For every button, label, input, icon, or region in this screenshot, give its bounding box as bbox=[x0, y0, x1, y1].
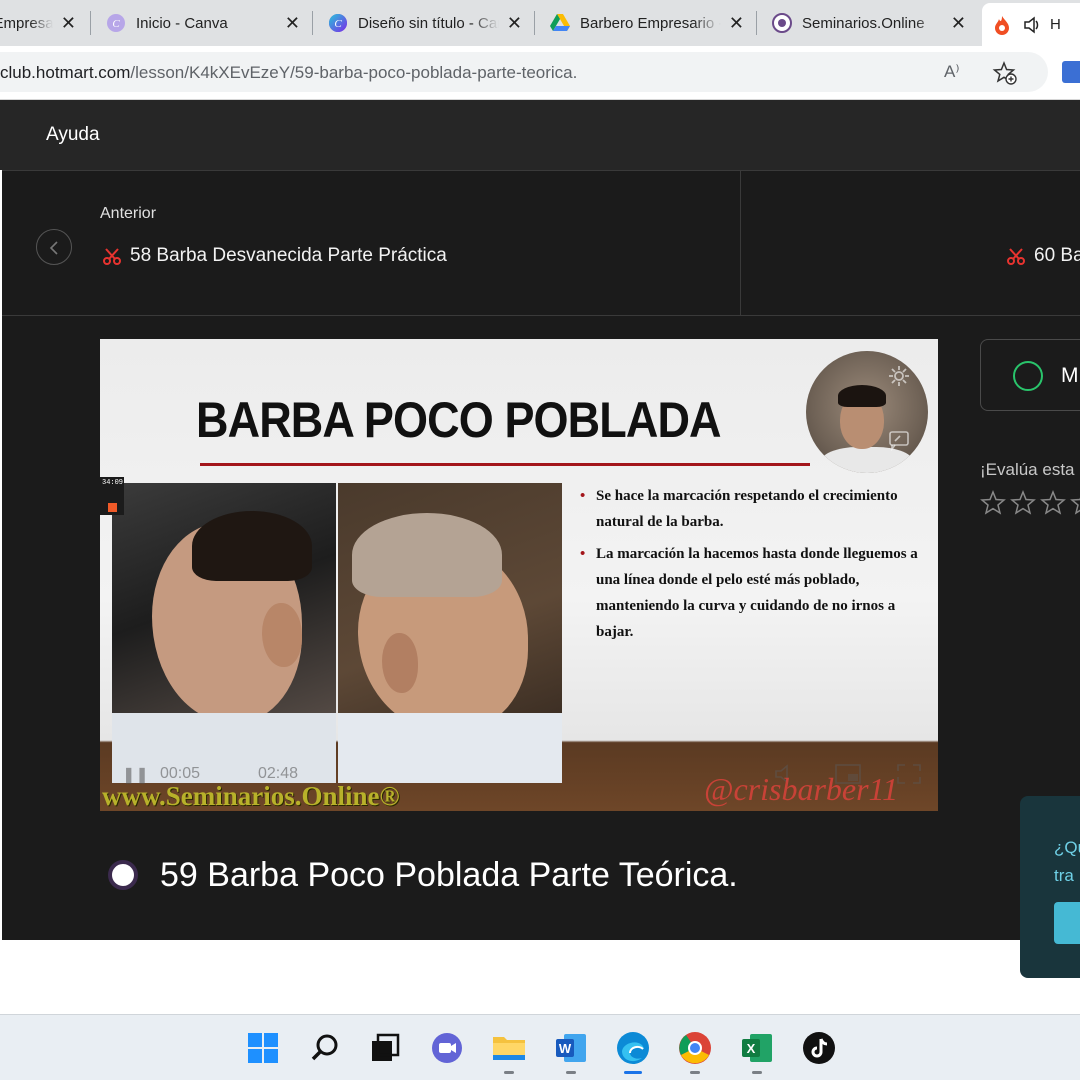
tab-hotmart-active[interactable]: H bbox=[982, 3, 1080, 46]
slide-divider bbox=[200, 463, 810, 466]
chrome-icon[interactable] bbox=[678, 1031, 712, 1065]
url-host: club.hotmart.com bbox=[0, 63, 131, 82]
svg-text:X: X bbox=[747, 1041, 756, 1056]
browser-tab-strip: Barbero Empresario ✕ C Inicio - Canva ✕ … bbox=[0, 0, 1080, 46]
mark-complete-button[interactable]: M bbox=[980, 339, 1080, 411]
taskbar-indicator bbox=[690, 1071, 700, 1074]
address-bar[interactable]: club.hotmart.com/lesson/K4kXEvEzeY/59-ba… bbox=[0, 52, 1048, 92]
tab-seminarios-online[interactable]: Seminarios.Online ✕ bbox=[762, 3, 976, 43]
next-lesson-title: 60 Ba bbox=[1034, 245, 1080, 266]
nav-divider bbox=[740, 171, 741, 317]
tab-title: Inicio - Canva bbox=[136, 14, 228, 32]
previous-label: Anterior bbox=[100, 205, 157, 222]
recording-time: 34:09 bbox=[102, 479, 124, 487]
help-card-line: tra bbox=[1054, 866, 1074, 885]
close-tab-icon[interactable]: ✕ bbox=[729, 13, 744, 34]
help-link[interactable]: Ayuda bbox=[46, 124, 100, 146]
url-path: /lesson/K4kXEvEzeY/59-barba-poco-poblada… bbox=[130, 63, 578, 82]
windows-taskbar: W X bbox=[0, 1014, 1080, 1080]
fullscreen-icon[interactable] bbox=[896, 763, 922, 790]
site-header: Ayuda bbox=[0, 100, 1080, 170]
chat-teams-icon[interactable] bbox=[430, 1031, 464, 1065]
tab-inicio-canva[interactable]: C Inicio - Canva ✕ bbox=[96, 3, 310, 43]
beard-photo-left-profile bbox=[112, 483, 336, 783]
speaker-icon[interactable] bbox=[1022, 15, 1042, 35]
video-player[interactable]: BARBA POCO POBLADA Se hace la marcación … bbox=[100, 339, 938, 811]
help-card-button[interactable] bbox=[1054, 902, 1080, 944]
taskbar-indicator bbox=[504, 1071, 514, 1074]
slide-bullet: La marcación la hacemos hasta donde lleg… bbox=[578, 541, 918, 645]
help-card-text: ¿Qu tra bbox=[1054, 834, 1080, 890]
svg-text:C: C bbox=[334, 18, 342, 30]
read-aloud-icon[interactable]: A⁾ bbox=[944, 62, 960, 82]
tab-title: Barbero Empresario - Google Drive bbox=[580, 14, 721, 32]
previous-lesson-link[interactable]: 58 Barba Desvanecida Parte Práctica bbox=[102, 245, 447, 267]
word-icon[interactable]: W bbox=[554, 1031, 588, 1065]
rating-stars bbox=[980, 490, 1080, 516]
search-icon[interactable] bbox=[308, 1031, 342, 1065]
scissors-icon bbox=[102, 246, 122, 266]
canva-icon: C bbox=[106, 13, 126, 33]
close-tab-icon[interactable]: ✕ bbox=[507, 13, 522, 34]
star-icon[interactable] bbox=[1040, 490, 1066, 516]
previous-lesson-button[interactable] bbox=[36, 229, 72, 265]
tab-barbero-empresario[interactable]: Barbero Empresario ✕ bbox=[0, 3, 86, 43]
excel-icon[interactable]: X bbox=[740, 1031, 774, 1065]
hotmart-flame-icon bbox=[992, 15, 1012, 35]
close-tab-icon[interactable]: ✕ bbox=[951, 13, 966, 34]
url-text[interactable]: club.hotmart.com/lesson/K4kXEvEzeY/59-ba… bbox=[0, 63, 577, 83]
slide-title: BARBA POCO POBLADA bbox=[196, 392, 722, 448]
tab-diseno-sin-titulo[interactable]: C Diseño sin título - Canva ✕ bbox=[318, 3, 532, 43]
svg-text:C: C bbox=[112, 18, 120, 30]
lesson-status-icon bbox=[108, 860, 138, 890]
taskbar-indicator bbox=[566, 1071, 576, 1074]
chevron-left-icon bbox=[49, 241, 58, 255]
tab-title: Seminarios.Online bbox=[802, 14, 925, 32]
seminarios-icon bbox=[772, 13, 792, 33]
help-card-line: ¿Qu bbox=[1054, 838, 1080, 857]
lesson-title: 59 Barba Poco Poblada Parte Teórica. bbox=[160, 856, 738, 894]
handle-watermark: @crisbarber11 bbox=[704, 771, 899, 807]
close-tab-icon[interactable]: ✕ bbox=[61, 13, 76, 34]
windows-start-icon[interactable] bbox=[246, 1031, 280, 1065]
add-favorite-icon[interactable] bbox=[992, 60, 1018, 91]
next-lesson-link[interactable]: 60 Ba bbox=[1006, 245, 1080, 267]
record-dot-icon bbox=[108, 503, 117, 512]
svg-text:W: W bbox=[559, 1041, 572, 1056]
mark-complete-label: M bbox=[1061, 364, 1079, 387]
taskbar-indicator-active bbox=[624, 1071, 642, 1074]
scissors-icon bbox=[1006, 246, 1026, 266]
lesson-navigation: Anterior 58 Barba Desvanecida Parte Prác… bbox=[2, 170, 1080, 317]
edge-browser-icon[interactable] bbox=[616, 1031, 650, 1065]
address-bar-row: club.hotmart.com/lesson/K4kXEvEzeY/59-ba… bbox=[0, 46, 1080, 100]
chat-icon[interactable] bbox=[884, 425, 914, 455]
close-tab-icon[interactable]: ✕ bbox=[285, 13, 300, 34]
task-view-icon[interactable] bbox=[368, 1031, 402, 1065]
tab-title: Diseño sin título - Canva bbox=[358, 14, 499, 32]
google-drive-icon bbox=[550, 13, 570, 33]
extension-icon[interactable] bbox=[1062, 61, 1080, 83]
tiktok-icon[interactable] bbox=[802, 1031, 836, 1065]
check-circle-icon bbox=[1013, 361, 1043, 391]
rate-lesson-label: ¡Evalúa esta bbox=[980, 460, 1075, 479]
beard-photo-right-profile bbox=[338, 483, 562, 783]
file-explorer-icon[interactable] bbox=[492, 1031, 526, 1065]
canva-icon: C bbox=[328, 13, 348, 33]
slide-bullet: Se hace la marcación respetando el creci… bbox=[578, 483, 918, 535]
tab-google-drive[interactable]: Barbero Empresario - Google Drive ✕ bbox=[540, 3, 754, 43]
taskbar-indicator bbox=[752, 1071, 762, 1074]
star-icon[interactable] bbox=[1070, 490, 1080, 516]
site-watermark: www.Seminarios.Online® bbox=[102, 781, 400, 811]
recording-badge: 34:09 bbox=[100, 477, 124, 515]
star-icon[interactable] bbox=[1010, 490, 1036, 516]
slide-bullet-list: Se hace la marcación respetando el creci… bbox=[578, 483, 918, 651]
help-card: ¿Qu tra bbox=[1020, 796, 1080, 978]
tab-title: Barbero Empresario bbox=[0, 14, 53, 32]
star-icon[interactable] bbox=[980, 490, 1006, 516]
previous-lesson-title: 58 Barba Desvanecida Parte Práctica bbox=[130, 245, 447, 266]
settings-gear-icon[interactable] bbox=[884, 361, 914, 391]
tab-title: H bbox=[1050, 16, 1061, 33]
